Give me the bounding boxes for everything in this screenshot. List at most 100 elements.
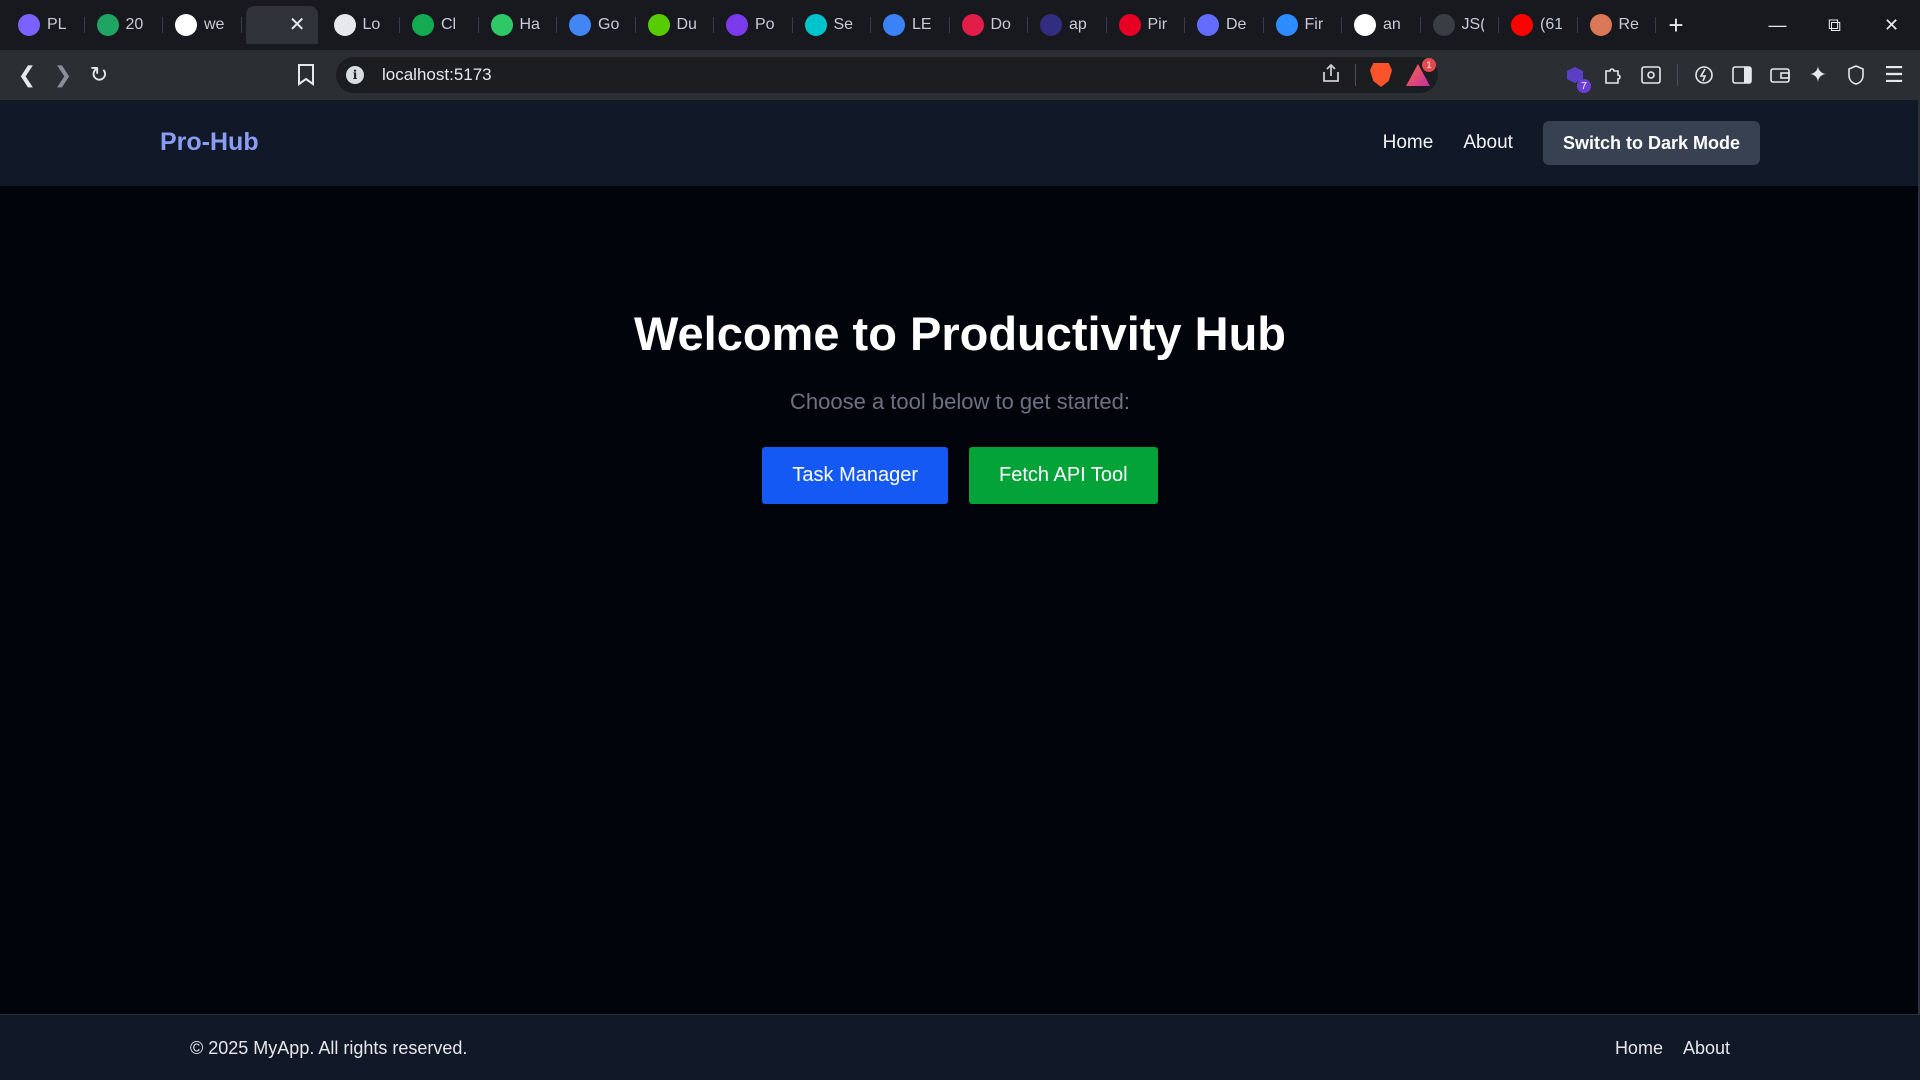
hero-subtitle: Choose a tool below to get started:	[790, 389, 1130, 414]
tab-title: PL	[47, 16, 67, 33]
browser-tab[interactable]: Ha	[479, 0, 558, 50]
zoom-icon	[1275, 14, 1298, 36]
footer-links: Home About	[1615, 1038, 1730, 1059]
b-icon	[726, 14, 748, 36]
toolbar-actions: 7 ✦ ☰	[1557, 57, 1912, 93]
browser-tab[interactable]: ap	[1028, 0, 1107, 50]
tab-list: PL 20 we ✕ Lo Cl Ha Go Du Po Se LE Do ap Pir De Fir an JS(…	[0, 0, 1656, 50]
address-bar[interactable]: i localhost:5173 1	[336, 57, 1438, 93]
browser-tab[interactable]: LE	[871, 0, 950, 50]
code-icon	[1432, 14, 1455, 36]
duolingo-icon	[647, 14, 670, 36]
tab-title: Re	[1618, 16, 1639, 33]
browser-tab[interactable]: (61	[1499, 0, 1578, 50]
github-icon	[1354, 14, 1376, 36]
tool-buttons: Task Manager Fetch API Tool	[0, 447, 1920, 504]
tab-title: LE	[912, 16, 932, 33]
canva-icon	[804, 14, 827, 36]
tab-title: we	[204, 16, 225, 33]
footer-about-link[interactable]: About	[1683, 1038, 1730, 1059]
browser-tab[interactable]: Fir	[1264, 0, 1343, 50]
tab-title: Fir	[1304, 16, 1324, 33]
browser-tab-strip: PL 20 we ✕ Lo Cl Ha Go Du Po Se LE Do ap Pir De Fir an JS(…	[0, 0, 1920, 50]
vite-icon	[1197, 14, 1219, 36]
mongodb-icon	[412, 14, 434, 36]
browser-tab[interactable]: Re	[1578, 0, 1657, 50]
tab-title: Go	[598, 16, 620, 33]
tab-title: 20	[125, 16, 144, 33]
hackerrank-icon	[490, 14, 513, 36]
share-icon[interactable]	[1321, 63, 1341, 88]
browser-tab[interactable]: Pir	[1107, 0, 1186, 50]
browser-tab-active[interactable]: ✕	[245, 6, 318, 44]
youtube-icon	[1511, 14, 1533, 36]
restore-icon[interactable]: ⧉	[1806, 0, 1863, 50]
tab-title: Ha	[519, 16, 540, 33]
browser-tab[interactable]: Po	[714, 0, 793, 50]
browser-tab[interactable]: an	[1342, 0, 1421, 50]
reload-icon[interactable]: ↻	[81, 57, 117, 93]
p-icon	[1040, 14, 1062, 36]
lens-icon	[883, 14, 905, 36]
site-info-icon[interactable]: i	[346, 66, 364, 84]
brand-logo[interactable]: Pro-Hub	[160, 128, 259, 157]
bookmark-icon[interactable]	[288, 57, 324, 93]
window-controls: — ⧉ ✕	[1749, 0, 1920, 50]
close-window-icon[interactable]: ✕	[1863, 0, 1920, 50]
tab-title: ap	[1069, 16, 1087, 33]
footer-home-link[interactable]: Home	[1615, 1038, 1663, 1059]
browser-toolbar: ❮ ❯ ↻ i localhost:5173 1 7 ✦ ☰	[0, 50, 1920, 100]
leo-ai-icon[interactable]: ✦	[1800, 57, 1836, 93]
brave-rewards-icon[interactable]: 1	[1406, 58, 1436, 86]
tab-title: Pir	[1147, 16, 1168, 33]
footer: © 2025 MyApp. All rights reserved. Home …	[0, 1014, 1920, 1080]
fetch-api-tool-button[interactable]: Fetch API Tool	[969, 447, 1158, 504]
brave-shields-icon[interactable]	[1370, 63, 1392, 87]
minimize-icon[interactable]: —	[1749, 0, 1806, 50]
openai-icon	[333, 14, 356, 36]
tab-title: Du	[676, 16, 697, 33]
nav-links: Home About Switch to Dark Mode	[1383, 121, 1760, 165]
browser-tab[interactable]: Go	[557, 0, 636, 50]
tab-title: Cl	[441, 16, 457, 33]
browser-tab[interactable]: PL	[6, 0, 85, 50]
app-page: Pro-Hub Home About Switch to Dark Mode W…	[0, 100, 1920, 1080]
browser-tab[interactable]: Du	[636, 0, 715, 50]
github-icon	[175, 14, 197, 36]
extensions-badge: 7	[1577, 79, 1591, 93]
browser-tab[interactable]: 20	[85, 0, 164, 50]
screenshot-search-icon[interactable]	[1633, 57, 1669, 93]
theme-toggle-button[interactable]: Switch to Dark Mode	[1542, 121, 1760, 165]
vpn-shield-icon[interactable]	[1838, 57, 1874, 93]
forward-icon[interactable]: ❯	[45, 57, 81, 93]
rewards-badge: 1	[1422, 58, 1436, 72]
pinterest-icon	[1118, 14, 1141, 36]
nav-about-link[interactable]: About	[1463, 132, 1513, 154]
nav-home-link[interactable]: Home	[1383, 132, 1434, 154]
speedreader-icon[interactable]	[1686, 57, 1722, 93]
new-tab-button[interactable]: +	[1656, 0, 1696, 50]
prismic-icon	[18, 14, 40, 36]
claude-icon	[1589, 14, 1612, 36]
puzzle-icon[interactable]	[1595, 57, 1631, 93]
back-icon[interactable]: ❮	[9, 57, 45, 93]
browser-tab[interactable]: we	[163, 0, 242, 50]
browser-tab[interactable]: Cl	[400, 0, 479, 50]
browser-tab[interactable]: Do	[950, 0, 1029, 50]
browser-tab[interactable]: Se	[793, 0, 872, 50]
close-tab-icon[interactable]: ✕	[289, 12, 306, 37]
url-text[interactable]: localhost:5173	[382, 65, 492, 85]
google-translate-icon	[569, 14, 591, 36]
browser-tab[interactable]: De	[1185, 0, 1264, 50]
browser-tab[interactable]: Lo	[322, 0, 401, 50]
sidebar-toggle-icon[interactable]	[1724, 57, 1760, 93]
heart-icon	[961, 14, 984, 36]
menu-icon[interactable]: ☰	[1876, 57, 1912, 93]
task-manager-button[interactable]: Task Manager	[762, 447, 949, 504]
google-drive-icon	[96, 14, 119, 36]
browser-tab[interactable]: JS(	[1421, 0, 1500, 50]
extension-cube-icon[interactable]: 7	[1557, 57, 1593, 93]
tab-title: Se	[833, 16, 854, 33]
tab-title: an	[1383, 16, 1401, 33]
wallet-icon[interactable]	[1762, 57, 1798, 93]
